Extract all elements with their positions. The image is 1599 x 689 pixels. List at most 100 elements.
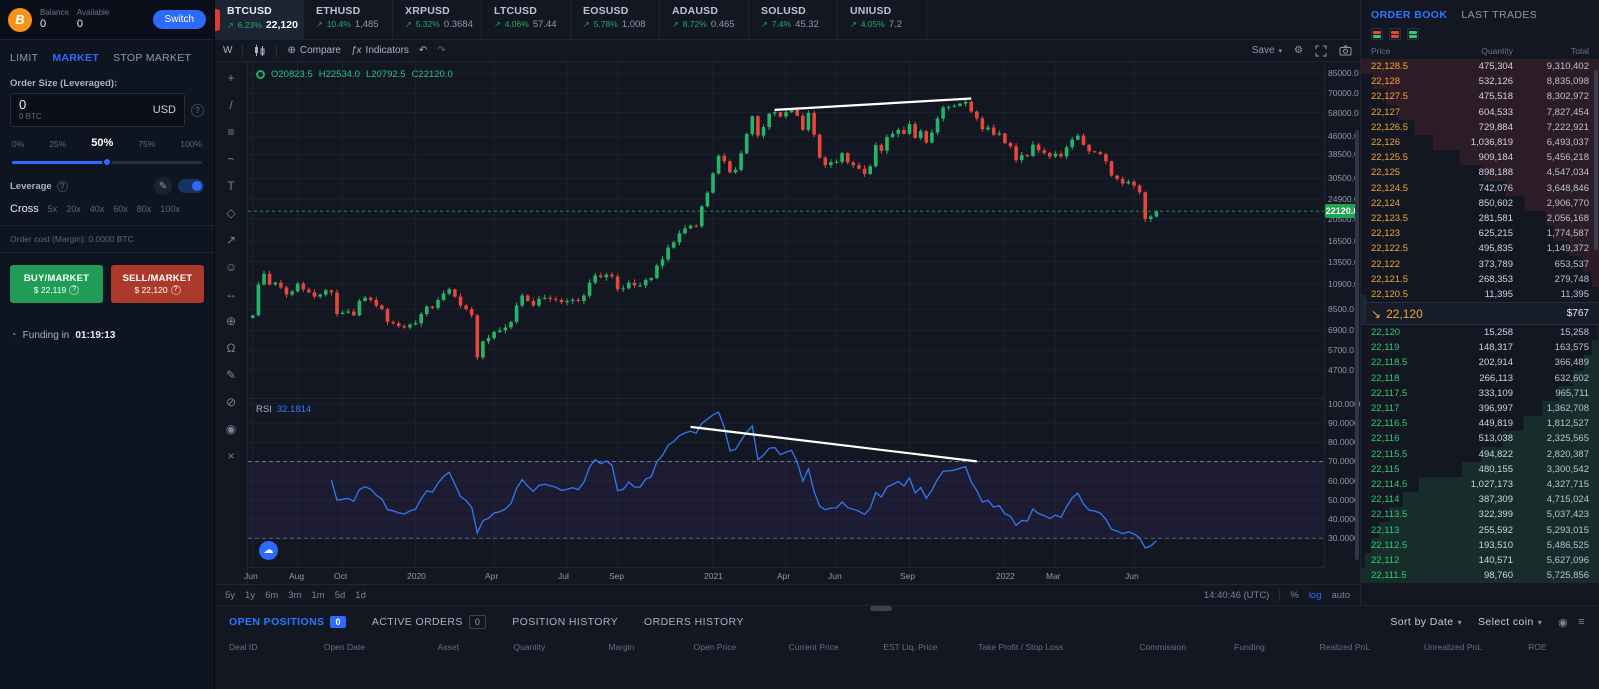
ticker-tab-uniusd[interactable]: UNIUSD↗4.05%7.2 (838, 0, 927, 39)
last-price-row[interactable]: ↘ 22,120 $767 (1361, 302, 1599, 325)
orderbook-bid-row[interactable]: 22,115.5494,8222,820,387 (1361, 447, 1599, 462)
ticker-tab-ethusd[interactable]: ETHUSD↗10.4%1,485 (304, 0, 393, 39)
fullscreen-icon[interactable] (1315, 45, 1327, 57)
chart-scrollbar-handle[interactable] (870, 606, 892, 611)
orderbook-ask-row[interactable]: 22,124.5742,0763,648,846 (1361, 181, 1599, 196)
orderbook-ask-row[interactable]: 22,122373,789653,537 (1361, 256, 1599, 271)
chart-style-icon[interactable] (253, 44, 266, 57)
chart-plot[interactable] (248, 62, 1324, 570)
preset-75[interactable]: 75% (138, 139, 155, 149)
sort-by-date-dropdown[interactable]: Sort by Date ▾ (1390, 616, 1462, 628)
orderbook-ask-row[interactable]: 22,125.5909,1845,456,218 (1361, 150, 1599, 165)
size-help-icon[interactable]: ? (191, 104, 204, 117)
indicators-button[interactable]: ƒx Indicators (351, 45, 409, 56)
orderbook-bid-row[interactable]: 22,118266,113632,602 (1361, 371, 1599, 386)
scale-log[interactable]: log (1309, 590, 1322, 601)
magnet-icon[interactable]: Ω (222, 340, 240, 356)
orderbook-ask-row[interactable]: 22,1261,036,8196,493,037 (1361, 135, 1599, 150)
size-slider[interactable] (12, 157, 202, 167)
preset-50[interactable]: 50% (91, 137, 113, 149)
ticker-tab-adausd[interactable]: ADAUSD↗8.72%0.465 (660, 0, 749, 39)
leverage-help-icon[interactable]: ? (57, 181, 68, 192)
orderbook-bid-row[interactable]: 22,112.5193,5105,486,525 (1361, 538, 1599, 553)
orderbook-ask-row[interactable]: 22,125898,1884,547,034 (1361, 165, 1599, 180)
zoom-icon[interactable]: ⊕ (222, 313, 240, 329)
orderbook-ask-row[interactable]: 22,123625,2151,774,587 (1361, 226, 1599, 241)
select-coin-dropdown[interactable]: Select coin ▾ (1478, 616, 1542, 628)
tab-active-orders[interactable]: ACTIVE ORDERS0 (372, 615, 486, 629)
range-3m[interactable]: 3m (288, 590, 301, 601)
brush-icon[interactable]: ~ (222, 151, 240, 167)
orderbook-bid-row[interactable]: 22,114.51,027,1734,327,715 (1361, 477, 1599, 492)
crosshair-icon[interactable]: + (222, 70, 240, 86)
save-button[interactable]: Save ▾ (1252, 45, 1282, 56)
tab-stop-market[interactable]: STOP MARKET (113, 52, 191, 64)
orderbook-ask-row[interactable]: 22,127.5475,5188,302,972 (1361, 89, 1599, 104)
edit-leverage-icon[interactable]: ✎ (154, 177, 172, 195)
visibility-icon[interactable]: ◉ (1558, 616, 1568, 629)
sell-market-button[interactable]: SELL/MARKET $ 22,120? (111, 265, 204, 303)
ticker-tab-solusd[interactable]: SOLUSD↗7.4%45.32 (749, 0, 838, 39)
range-5y[interactable]: 5y (225, 590, 235, 601)
pencil-icon[interactable]: ✎ (222, 367, 240, 383)
orderbook-ask-row[interactable]: 22,127604,5337,827,454 (1361, 105, 1599, 120)
book-bids-icon[interactable] (1407, 28, 1419, 40)
orderbook-ask-row[interactable]: 22,120.511,39511,395 (1361, 287, 1599, 302)
watermark-cloud-icon[interactable]: ☁ (259, 541, 278, 560)
emoji-icon[interactable]: ☺ (222, 259, 240, 275)
lev-100x[interactable]: 100x (160, 204, 180, 214)
range-1d[interactable]: 1d (355, 590, 366, 601)
book-asks-icon[interactable] (1389, 28, 1401, 40)
orderbook-bid-row[interactable]: 22,117.5333,109965,711 (1361, 386, 1599, 401)
compare-button[interactable]: ⊕ Compare (287, 45, 341, 56)
preset-100[interactable]: 100% (180, 139, 202, 149)
time-axis[interactable]: JunAugOct2020AprJulSep2021AprJunSep2022M… (248, 570, 1324, 584)
buy-market-button[interactable]: BUY/MARKET $ 22,119? (10, 265, 103, 303)
orderbook-ask-row[interactable]: 22,128532,1268,835,098 (1361, 74, 1599, 89)
orderbook-bid-row[interactable]: 22,119148,317163,575 (1361, 340, 1599, 355)
collapse-panel-icon[interactable]: › (1360, 295, 1366, 323)
hide-icon[interactable]: ◉ (222, 421, 240, 437)
orderbook-ask-row[interactable]: 22,122.5495,8351,149,372 (1361, 241, 1599, 256)
range-6m[interactable]: 6m (265, 590, 278, 601)
orderbook-bid-row[interactable]: 22,113.5322,3995,037,423 (1361, 507, 1599, 522)
range-5d[interactable]: 5d (335, 590, 346, 601)
fib-retracement-icon[interactable]: ≡ (222, 124, 240, 140)
trend-line-icon[interactable]: / (222, 97, 240, 113)
ticker-tab-xrpusd[interactable]: XRPUSD↗5.32%0.3684 (393, 0, 482, 39)
orderbook-bid-row[interactable]: 22,114387,3094,715,024 (1361, 492, 1599, 507)
undo-icon[interactable]: ↶ (419, 45, 427, 56)
trash-icon[interactable]: × (222, 448, 240, 464)
orderbook-bid-row[interactable]: 22,116.5449,8191,812,527 (1361, 416, 1599, 431)
orderbook-scrollbar[interactable] (1594, 70, 1598, 250)
orderbook-bid-row[interactable]: 22,116513,0382,325,565 (1361, 431, 1599, 446)
leverage-toggle[interactable] (178, 179, 204, 193)
orderbook-bid-row[interactable]: 22,112140,5715,627,096 (1361, 553, 1599, 568)
lev-5x[interactable]: 5x (48, 204, 58, 214)
lock-icon[interactable]: ⊘ (222, 394, 240, 410)
range-1y[interactable]: 1y (245, 590, 255, 601)
lev-20x[interactable]: 20x (66, 204, 81, 214)
text-icon[interactable]: T (222, 178, 240, 194)
vertical-scrollbar[interactable] (1355, 130, 1359, 560)
forecast-icon[interactable]: ↗ (222, 232, 240, 248)
orderbook-bid-row[interactable]: 22,111.598,7605,725,856 (1361, 568, 1599, 583)
timeframe-button[interactable]: W (223, 45, 232, 56)
orderbook-ask-row[interactable]: 22,126.5729,8847,222,921 (1361, 120, 1599, 135)
orderbook-ask-row[interactable]: 22,123.5281,5812,056,168 (1361, 211, 1599, 226)
range-1m[interactable]: 1m (312, 590, 325, 601)
margin-mode[interactable]: Cross (10, 203, 39, 215)
tab-last-trades[interactable]: LAST TRADES (1461, 9, 1537, 21)
chart-settings-icon[interactable]: ⚙ (1294, 45, 1303, 56)
book-both-icon[interactable] (1371, 28, 1383, 40)
lev-80x[interactable]: 80x (137, 204, 152, 214)
orderbook-bid-row[interactable]: 22,118.5202,914366,489 (1361, 355, 1599, 370)
orderbook-bid-row[interactable]: 22,115480,1553,300,542 (1361, 462, 1599, 477)
measure-icon[interactable]: ↔ (222, 286, 240, 302)
preset-25[interactable]: 25% (49, 139, 66, 149)
columns-menu-icon[interactable]: ≡ (1578, 616, 1585, 629)
xabcd-pattern-icon[interactable]: ◇ (222, 205, 240, 221)
tab-limit[interactable]: LIMIT (10, 52, 38, 64)
redo-icon[interactable]: ↷ (437, 45, 445, 56)
rsi-trendline[interactable] (691, 427, 977, 462)
